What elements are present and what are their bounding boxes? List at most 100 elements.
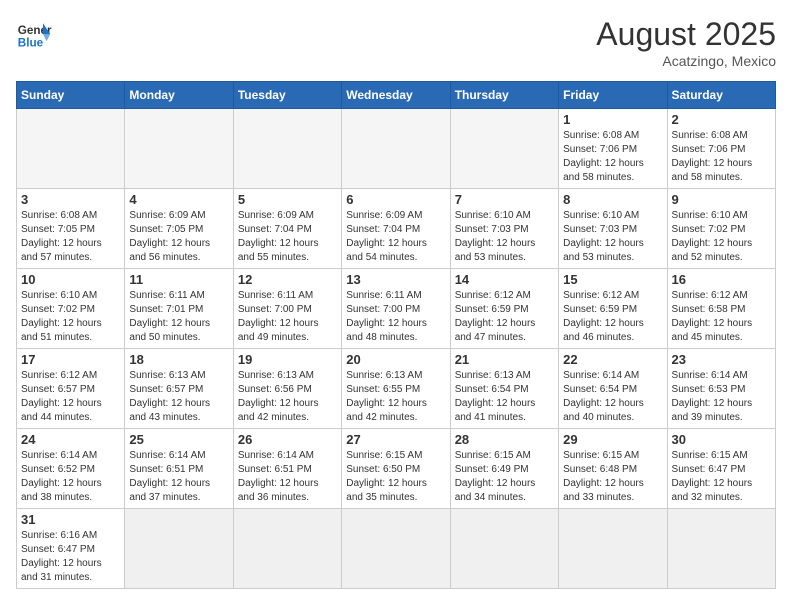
weekday-header-wednesday: Wednesday [342,82,450,109]
day-number: 15 [563,272,662,287]
day-cell: 19Sunrise: 6:13 AM Sunset: 6:56 PM Dayli… [233,349,341,429]
week-row-2: 3Sunrise: 6:08 AM Sunset: 7:05 PM Daylig… [17,189,776,269]
day-number: 4 [129,192,228,207]
day-info: Sunrise: 6:12 AM Sunset: 6:59 PM Dayligh… [455,289,554,345]
logo-icon: General Blue [16,16,52,52]
month-title: August 2025 [596,16,776,53]
day-cell [450,109,558,189]
day-info: Sunrise: 6:13 AM Sunset: 6:55 PM Dayligh… [346,369,445,425]
day-cell: 1Sunrise: 6:08 AM Sunset: 7:06 PM Daylig… [559,109,667,189]
day-cell: 30Sunrise: 6:15 AM Sunset: 6:47 PM Dayli… [667,429,775,509]
day-info: Sunrise: 6:15 AM Sunset: 6:49 PM Dayligh… [455,449,554,505]
day-number: 13 [346,272,445,287]
day-cell: 15 Sunrise: 6:12 AM Sunset: 6:59 PM Dayli… [559,269,667,349]
day-cell: 28 Sunrise: 6:15 AM Sunset: 6:49 PM Dayli… [450,429,558,509]
day-info: Sunrise: 6:10 AM Sunset: 7:03 PM Dayligh… [563,209,662,265]
svg-text:Blue: Blue [18,37,44,50]
day-cell: 13 Sunrise: 6:11 AM Sunset: 7:00 PM Dayli… [342,269,450,349]
day-info: Sunrise: 6:14 AM Sunset: 6:51 PM Dayligh… [238,449,337,505]
day-cell [342,109,450,189]
day-info: Sunrise: 6:13 AM Sunset: 6:54 PM Dayligh… [455,369,554,425]
day-cell: 17Sunrise: 6:12 AM Sunset: 6:57 PM Dayli… [17,349,125,429]
weekday-header-thursday: Thursday [450,82,558,109]
day-info: Sunrise: 6:09 AM Sunset: 7:04 PM Dayligh… [238,209,337,265]
day-number: 18 [129,352,228,367]
day-info: Sunrise: 6:15 AM Sunset: 6:48 PM Dayligh… [563,449,662,505]
day-info: Sunrise: 6:08 AM Sunset: 7:06 PM Dayligh… [563,129,662,185]
day-cell [233,509,341,589]
day-cell [559,509,667,589]
day-cell [125,509,233,589]
day-info: Sunrise: 6:11 AM Sunset: 7:00 PM Dayligh… [346,289,445,345]
day-info: Sunrise: 6:10 AM Sunset: 7:02 PM Dayligh… [21,289,120,345]
day-number: 5 [238,192,337,207]
day-cell: 14Sunrise: 6:12 AM Sunset: 6:59 PM Dayli… [450,269,558,349]
day-cell: 9Sunrise: 6:10 AM Sunset: 7:02 PM Daylig… [667,189,775,269]
day-number: 11 [129,272,228,287]
weekday-header-tuesday: Tuesday [233,82,341,109]
week-row-3: 10Sunrise: 6:10 AM Sunset: 7:02 PM Dayli… [17,269,776,349]
day-number: 19 [238,352,337,367]
day-cell [450,509,558,589]
week-row-5: 24Sunrise: 6:14 AM Sunset: 6:52 PM Dayli… [17,429,776,509]
calendar-table: SundayMondayTuesdayWednesdayThursdayFrid… [16,81,776,589]
day-cell: 20 Sunrise: 6:13 AM Sunset: 6:55 PM Dayli… [342,349,450,429]
day-cell: 5 Sunrise: 6:09 AM Sunset: 7:04 PM Daylig… [233,189,341,269]
day-number: 21 [455,352,554,367]
day-info: Sunrise: 6:15 AM Sunset: 6:47 PM Dayligh… [672,449,771,505]
day-info: Sunrise: 6:16 AM Sunset: 6:47 PM Dayligh… [21,529,120,585]
location: Acatzingo, Mexico [596,53,776,69]
page-header: General Blue August 2025 Acatzingo, Mexi… [16,16,776,69]
weekday-header-friday: Friday [559,82,667,109]
day-number: 3 [21,192,120,207]
header-row: SundayMondayTuesdayWednesdayThursdayFrid… [17,82,776,109]
day-info: Sunrise: 6:13 AM Sunset: 6:57 PM Dayligh… [129,369,228,425]
day-info: Sunrise: 6:14 AM Sunset: 6:53 PM Dayligh… [672,369,771,425]
day-info: Sunrise: 6:14 AM Sunset: 6:51 PM Dayligh… [129,449,228,505]
day-number: 28 [455,432,554,447]
weekday-header-saturday: Saturday [667,82,775,109]
day-cell [233,109,341,189]
day-number: 29 [563,432,662,447]
day-cell: 22Sunrise: 6:14 AM Sunset: 6:54 PM Dayli… [559,349,667,429]
week-row-1: 1Sunrise: 6:08 AM Sunset: 7:06 PM Daylig… [17,109,776,189]
day-number: 12 [238,272,337,287]
day-number: 26 [238,432,337,447]
title-block: August 2025 Acatzingo, Mexico [596,16,776,69]
day-cell: 16Sunrise: 6:12 AM Sunset: 6:58 PM Dayli… [667,269,775,349]
day-number: 8 [563,192,662,207]
day-cell [342,509,450,589]
day-info: Sunrise: 6:11 AM Sunset: 7:00 PM Dayligh… [238,289,337,345]
week-row-6: 31 Sunrise: 6:16 AM Sunset: 6:47 PM Dayli… [17,509,776,589]
logo: General Blue [16,16,52,52]
day-cell: 8 Sunrise: 6:10 AM Sunset: 7:03 PM Daylig… [559,189,667,269]
day-number: 25 [129,432,228,447]
day-cell: 18 Sunrise: 6:13 AM Sunset: 6:57 PM Dayli… [125,349,233,429]
day-cell: 29 Sunrise: 6:15 AM Sunset: 6:48 PM Dayli… [559,429,667,509]
day-info: Sunrise: 6:12 AM Sunset: 6:59 PM Dayligh… [563,289,662,345]
day-info: Sunrise: 6:08 AM Sunset: 7:06 PM Dayligh… [672,129,771,185]
day-cell: 3Sunrise: 6:08 AM Sunset: 7:05 PM Daylig… [17,189,125,269]
day-cell: 12 Sunrise: 6:11 AM Sunset: 7:00 PM Dayli… [233,269,341,349]
day-info: Sunrise: 6:12 AM Sunset: 6:58 PM Dayligh… [672,289,771,345]
day-number: 31 [21,512,120,527]
day-cell: 4Sunrise: 6:09 AM Sunset: 7:05 PM Daylig… [125,189,233,269]
day-number: 20 [346,352,445,367]
day-cell: 10Sunrise: 6:10 AM Sunset: 7:02 PM Dayli… [17,269,125,349]
day-info: Sunrise: 6:10 AM Sunset: 7:03 PM Dayligh… [455,209,554,265]
day-cell: 25 Sunrise: 6:14 AM Sunset: 6:51 PM Dayli… [125,429,233,509]
day-cell: 31 Sunrise: 6:16 AM Sunset: 6:47 PM Dayli… [17,509,125,589]
day-cell [17,109,125,189]
day-number: 22 [563,352,662,367]
day-number: 7 [455,192,554,207]
week-row-4: 17Sunrise: 6:12 AM Sunset: 6:57 PM Dayli… [17,349,776,429]
day-cell: 21 Sunrise: 6:13 AM Sunset: 6:54 PM Dayli… [450,349,558,429]
day-number: 2 [672,112,771,127]
day-number: 6 [346,192,445,207]
day-cell: 26 Sunrise: 6:14 AM Sunset: 6:51 PM Dayli… [233,429,341,509]
day-cell [667,509,775,589]
day-info: Sunrise: 6:11 AM Sunset: 7:01 PM Dayligh… [129,289,228,345]
day-cell: 27Sunrise: 6:15 AM Sunset: 6:50 PM Dayli… [342,429,450,509]
day-info: Sunrise: 6:15 AM Sunset: 6:50 PM Dayligh… [346,449,445,505]
day-info: Sunrise: 6:10 AM Sunset: 7:02 PM Dayligh… [672,209,771,265]
